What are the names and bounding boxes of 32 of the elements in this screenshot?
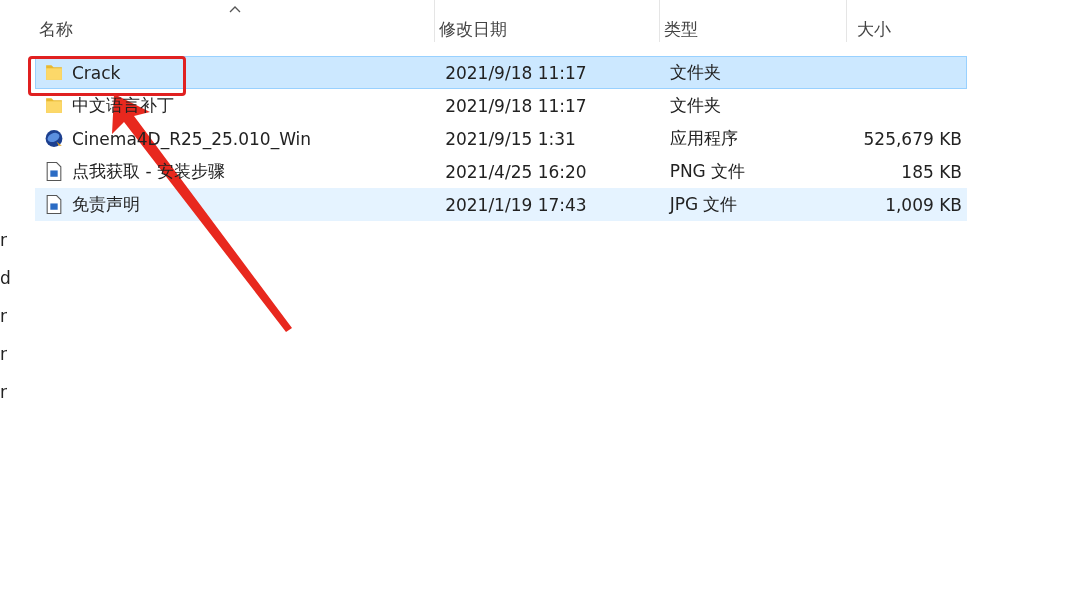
sort-caret-icon xyxy=(228,6,241,13)
image-file-icon xyxy=(44,194,64,215)
file-size: 525,679 KB xyxy=(863,128,962,149)
file-type: PNG 文件 xyxy=(669,160,746,183)
nav-item[interactable]: r xyxy=(0,380,7,418)
file-date: 2021/9/15 1:31 xyxy=(445,128,576,149)
file-date: 2021/9/18 11:17 xyxy=(445,95,587,116)
app-icon xyxy=(44,128,64,149)
file-row[interactable]: 免责声明 2021/1/19 17:43 JPG 文件 1,009 KB xyxy=(35,188,967,221)
file-size: 1,009 KB xyxy=(885,194,962,215)
file-type: 文件夹 xyxy=(669,61,721,84)
file-name: 免责声明 xyxy=(72,193,140,216)
image-file-icon xyxy=(44,161,64,182)
nav-item[interactable]: d xyxy=(0,266,11,304)
file-date: 2021/1/19 17:43 xyxy=(445,194,587,215)
file-type: 文件夹 xyxy=(669,94,721,117)
file-date: 2021/9/18 11:17 xyxy=(445,62,587,83)
nav-item[interactable]: r xyxy=(0,304,7,342)
nav-item[interactable]: r xyxy=(0,228,7,266)
file-row[interactable]: Crack 2021/9/18 11:17 文件夹 xyxy=(35,56,967,89)
column-header[interactable]: 修改日期 xyxy=(435,0,660,42)
file-size: 185 KB xyxy=(901,161,962,182)
folder-icon xyxy=(44,95,64,116)
file-date: 2021/4/25 16:20 xyxy=(445,161,587,182)
file-type: JPG 文件 xyxy=(669,193,738,216)
column-header[interactable]: 名称 xyxy=(35,0,435,42)
column-header[interactable]: 大小 xyxy=(847,0,965,42)
file-name: Crack xyxy=(72,62,121,83)
nav-item[interactable]: r xyxy=(0,342,7,380)
column-header[interactable]: 类型 xyxy=(660,0,847,42)
folder-icon xyxy=(44,62,64,83)
file-type: 应用程序 xyxy=(669,127,738,150)
